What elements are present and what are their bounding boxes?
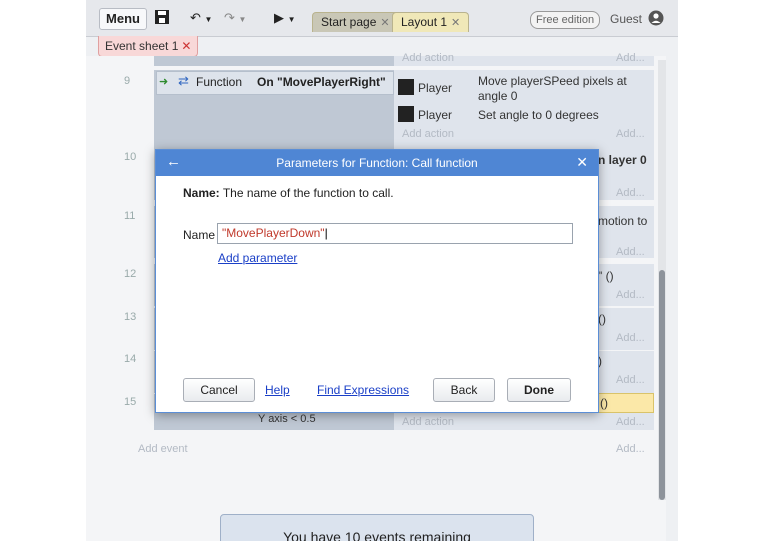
name-input[interactable]: "MovePlayerDown"| [217, 223, 573, 244]
add-action-short[interactable]: Add... [616, 246, 645, 258]
close-icon[interactable]: ✕ [181, 39, 191, 53]
action-fragment[interactable]: n layer 0 [598, 153, 647, 167]
dialog-title: Parameters for Function: Call function [276, 156, 478, 170]
function-icon: ⇄ [178, 73, 189, 88]
add-parameter-link[interactable]: Add parameter [218, 251, 297, 265]
player-icon [398, 79, 414, 95]
find-expressions-link[interactable]: Find Expressions [317, 383, 409, 397]
run-icon[interactable]: ▶ ▼ [274, 8, 296, 28]
user-label[interactable]: Guest [610, 12, 642, 26]
action-fragment[interactable]: () [600, 396, 608, 410]
action-text[interactable]: Move playerSPeed pixels at [478, 74, 627, 88]
parameters-dialog: ← Parameters for Function: Call function… [155, 149, 599, 413]
close-icon[interactable]: ✕ [380, 17, 389, 29]
add-action-short[interactable]: Add... [616, 374, 645, 386]
sheet-tab-label: Event sheet 1 [105, 39, 179, 53]
add-action-short[interactable]: Add... [616, 332, 645, 344]
cancel-button[interactable]: Cancel [183, 378, 255, 402]
condition-block [154, 56, 394, 66]
events-remaining-banner: You have 10 events remaining [220, 514, 534, 541]
scrollbar[interactable] [658, 60, 666, 500]
add-event-link[interactable]: Add event [138, 443, 188, 455]
help-link[interactable]: Help [265, 383, 290, 397]
player-icon [398, 106, 414, 122]
description-label: Name: [183, 186, 220, 200]
undo-icon[interactable]: ↶ ▼ [190, 8, 212, 28]
dialog-titlebar: ← Parameters for Function: Call function… [156, 150, 598, 176]
event-number: 13 [124, 311, 137, 323]
redo-icon[interactable]: ↷ ▼ [224, 8, 246, 28]
scrollbar-thumb[interactable] [659, 270, 665, 500]
condition-text: On "MovePlayerRight" [257, 75, 386, 89]
action-object: Player [418, 81, 453, 95]
action-object: Player [418, 108, 453, 122]
name-field-label: Name [183, 228, 216, 242]
add-action-link[interactable]: Add action [402, 128, 454, 140]
tab-label: Start page [321, 15, 377, 29]
event-number: 9 [124, 75, 131, 87]
name-input-value: "MovePlayerDown" [222, 226, 325, 240]
edition-badge[interactable]: Free edition [530, 11, 601, 29]
add-action-short[interactable]: Add... [616, 187, 645, 199]
arrow-icon: ➜ [159, 76, 169, 88]
close-icon[interactable]: ✕ [451, 17, 460, 29]
add-action-link[interactable]: Add action [402, 416, 454, 428]
condition-object: Function [196, 75, 243, 89]
menu-button[interactable]: Menu [99, 8, 147, 30]
add-action-short[interactable]: Add... [616, 128, 645, 140]
event-sheet-tab[interactable]: Event sheet 1 ✕ [98, 36, 199, 57]
event-number: 14 [124, 353, 137, 365]
back-button[interactable]: Back [433, 378, 495, 402]
user-icon[interactable] [648, 10, 664, 29]
tab-start-page[interactable]: Start page ✕ [312, 12, 399, 32]
action-fragment[interactable]: () [598, 312, 606, 326]
tab-label: Layout 1 [401, 15, 448, 29]
action-fragment[interactable]: " () [598, 269, 614, 283]
close-icon[interactable]: ✕ [576, 154, 588, 171]
description-text: The name of the function to call. [222, 186, 394, 200]
event-number: 11 [124, 210, 136, 222]
add-action-short[interactable]: Add... [616, 289, 645, 301]
toolbar: Menu ↶ ▼ ↷ ▼ ▶ ▼ Start page ✕ Layout 1 ✕ F… [86, 0, 678, 37]
save-icon[interactable] [154, 9, 170, 29]
event-number: 12 [124, 268, 137, 280]
event-number: 15 [124, 396, 137, 408]
done-button[interactable]: Done [507, 378, 571, 402]
add-action-short[interactable]: Add... [616, 416, 645, 428]
parameter-description: Name: The name of the function to call. [183, 186, 394, 200]
action-text[interactable]: Set angle to 0 degrees [478, 108, 599, 122]
add-event-short[interactable]: Add... [616, 443, 645, 455]
action-text[interactable]: angle 0 [478, 89, 517, 103]
action-fragment[interactable]: motion to [598, 214, 647, 228]
add-action-short[interactable]: Add... [616, 52, 645, 64]
tab-layout-1[interactable]: Layout 1 ✕ [392, 12, 470, 32]
add-action-link[interactable]: Add action [402, 52, 454, 64]
event-number: 10 [124, 151, 137, 163]
condition-fragment: Y axis < 0.5 [258, 413, 316, 425]
